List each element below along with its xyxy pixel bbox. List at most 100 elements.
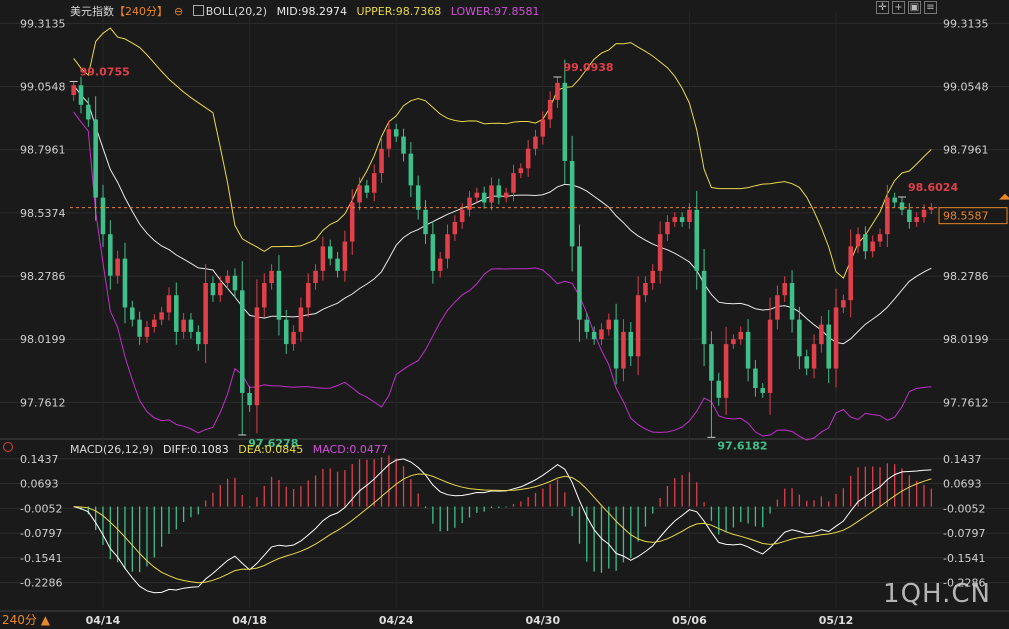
macd-tick-right: -0.0052	[943, 502, 985, 515]
candle-body	[613, 319, 619, 369]
candle-body	[474, 192, 480, 198]
candle-body	[687, 209, 692, 222]
candle-body	[562, 82, 568, 161]
candle-body	[122, 258, 128, 308]
candle-body	[723, 344, 729, 398]
candle-body	[635, 295, 641, 357]
price-tick-left: 99.0548	[20, 81, 66, 94]
candle-body	[313, 270, 318, 284]
candle-body	[848, 246, 853, 301]
macd-legend: MACD(26,12,9) DIFF:0.1083 DEA:0.0845 MAC…	[70, 443, 394, 456]
candle-body	[665, 222, 670, 235]
extreme-label: 99.0938	[563, 61, 613, 74]
candle-body	[775, 295, 780, 320]
candle-body	[841, 300, 846, 308]
boll-upper-line	[73, 27, 932, 279]
time-tick: 04/18	[232, 614, 267, 627]
panel-settings-icon[interactable]	[3, 442, 13, 452]
period-label[interactable]: 【240分】	[114, 5, 168, 18]
candle-body	[210, 283, 216, 296]
candle-body	[863, 234, 868, 252]
candle-body	[152, 319, 157, 327]
candle-body	[247, 392, 252, 406]
candle-body	[276, 270, 282, 320]
price-tick-left: 98.5374	[20, 207, 66, 220]
macd-tick-right: 0.0693	[943, 478, 982, 491]
candle-body	[269, 270, 274, 284]
candle-body	[108, 234, 113, 276]
candle-body	[679, 217, 685, 222]
boll-icon	[192, 5, 204, 16]
time-tick: 05/12	[819, 614, 854, 627]
macd-tick-left: -0.2286	[20, 577, 62, 590]
candle-body	[694, 209, 700, 271]
candle-body	[86, 104, 91, 120]
candle-body	[584, 319, 590, 332]
candle-body	[452, 222, 458, 235]
candle-body	[327, 246, 333, 259]
macd-label: MACD(26,12,9)	[70, 443, 154, 456]
candle-body	[870, 241, 875, 252]
crosshair-icon[interactable]: ✛	[876, 1, 889, 14]
menu-icon[interactable]: ≡	[924, 1, 937, 14]
candle-body	[540, 119, 546, 137]
candle-body	[503, 192, 509, 198]
candle-body	[181, 319, 186, 332]
candle-body	[767, 319, 773, 393]
candle-body	[577, 246, 582, 320]
toggle-icon[interactable]: ⊖	[174, 5, 183, 18]
candle-body	[144, 327, 150, 337]
candle-body	[445, 234, 450, 259]
candle-body	[569, 160, 575, 247]
candle-body	[899, 202, 905, 210]
boll-mid-line	[73, 84, 932, 345]
macd-diff-value: DIFF:0.1083	[163, 443, 229, 456]
candle-body	[342, 241, 348, 271]
candle-body	[203, 283, 208, 345]
macd-tick-right: -0.1541	[943, 552, 985, 565]
time-tick: 04/24	[379, 614, 414, 627]
price-tick-left: 98.2786	[20, 270, 66, 283]
candle-body	[100, 197, 106, 235]
candle-body	[797, 319, 802, 357]
candle-body	[855, 234, 861, 247]
candle-body	[254, 307, 260, 406]
candle-body	[166, 295, 172, 313]
candle-body	[811, 344, 817, 369]
candle-body	[386, 129, 392, 149]
candle-body	[379, 148, 384, 174]
candle-body	[738, 331, 744, 340]
candle-body	[283, 319, 289, 345]
time-tick: 05/06	[672, 614, 707, 627]
candle-body	[709, 344, 714, 381]
candle-body	[218, 283, 223, 296]
price-tick-left: 98.0199	[20, 333, 66, 346]
candle-body	[760, 388, 766, 393]
current-price-label: 98.5587	[943, 210, 989, 223]
candle-body	[621, 331, 626, 369]
candle-body	[401, 136, 406, 154]
candle-body	[261, 283, 267, 308]
chart-root: 99.3135 99.3135 99.0548 99.0548 98.7961 98.79…	[0, 0, 1009, 629]
candle-body	[921, 209, 927, 218]
candle-body	[650, 270, 656, 284]
candle-body	[188, 319, 194, 332]
candle-body	[782, 283, 787, 296]
boll-lower-value: LOWER:97.8581	[450, 5, 540, 18]
candle-body	[591, 331, 597, 340]
candle-body	[415, 185, 421, 210]
candle-body	[196, 331, 201, 345]
fullscreen-icon[interactable]: ▣	[908, 1, 921, 14]
macd-tick-left: 0.1437	[20, 453, 59, 466]
candle-body	[745, 331, 751, 369]
macd-tick-left: -0.0797	[20, 527, 62, 540]
candle-body	[511, 173, 516, 193]
zoom-in-icon[interactable]: +	[892, 1, 905, 14]
candle-body	[789, 283, 795, 320]
candle-body	[606, 319, 612, 330]
candle-body	[232, 275, 238, 291]
macd-diff-line	[73, 458, 932, 594]
candle-body	[892, 197, 897, 203]
period-selector[interactable]: 240分 ▲	[2, 611, 50, 628]
price-tick-left: 99.3135	[20, 17, 66, 30]
